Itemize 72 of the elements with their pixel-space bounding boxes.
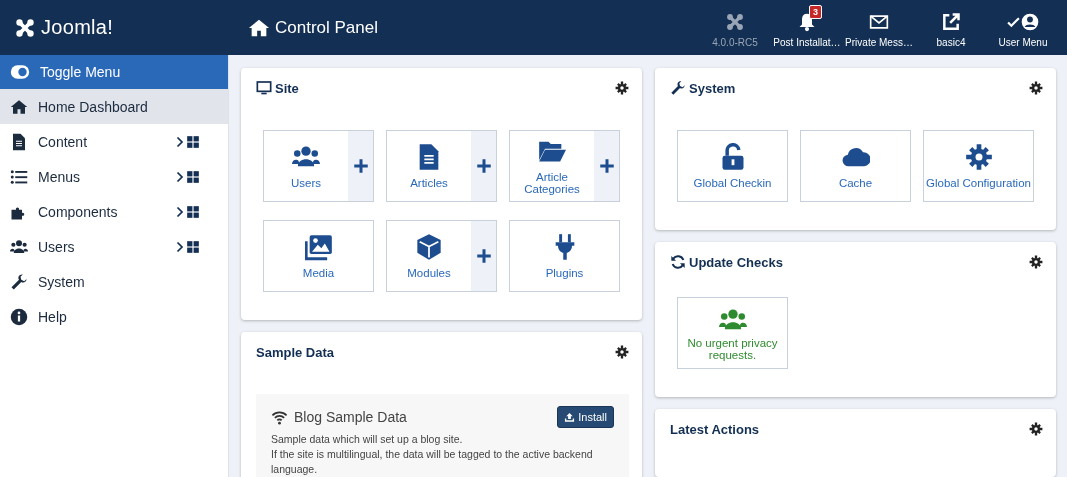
quick-icon-tile[interactable]: Plugins <box>509 220 620 292</box>
sidebar-item[interactable]: Menus <box>10 167 174 186</box>
description-text: If the site is multilingual, the data will be tagged to the active backend language. <box>271 447 594 477</box>
joomla-icon <box>725 12 745 32</box>
chevron-icon[interactable] <box>174 240 186 253</box>
list-icon <box>10 167 28 186</box>
header-link[interactable]: Private Mess… <box>843 7 915 48</box>
add-button[interactable] <box>594 131 619 201</box>
settings-icon[interactable] <box>1029 81 1043 95</box>
upload-icon <box>564 411 576 423</box>
external-link-icon <box>941 12 961 32</box>
document-icon <box>10 132 28 151</box>
plus-icon <box>474 247 493 265</box>
header-link[interactable]: 3 Post Installat… <box>771 7 843 48</box>
sidebar-item[interactable]: System <box>10 272 216 291</box>
dashboard-icon[interactable] <box>186 204 200 219</box>
install-button[interactable]: Install <box>557 406 614 428</box>
chevron-icon[interactable] <box>174 135 186 148</box>
card-title: Sample Data <box>256 344 335 360</box>
quick-icon-tile[interactable]: Article Categories <box>509 130 620 202</box>
settings-icon[interactable] <box>615 81 629 95</box>
wrench-icon <box>10 272 28 291</box>
wrench-icon <box>670 80 686 96</box>
joomla-logo-icon <box>14 16 36 39</box>
dashboard-icon[interactable] <box>186 134 200 149</box>
user-icon <box>1019 12 1040 32</box>
quick-icon-tile[interactable]: Global Checkin <box>677 130 788 202</box>
sidebar-item[interactable]: Content <box>10 132 174 151</box>
plus-icon <box>474 157 493 175</box>
envelope-icon <box>869 12 889 32</box>
info-icon <box>10 307 28 326</box>
quick-icon-tile[interactable]: Users <box>263 130 374 202</box>
toggle-menu-button[interactable]: Toggle Menu <box>0 55 228 89</box>
add-button[interactable] <box>471 221 496 291</box>
quick-icon-tile[interactable]: Modules <box>386 220 497 292</box>
quick-icon-tile[interactable]: No urgent privacy requests. <box>677 297 788 369</box>
gear-icon <box>964 143 993 171</box>
settings-icon[interactable] <box>615 345 629 359</box>
quick-icon-tile[interactable]: Articles <box>386 130 497 202</box>
card-title: Latest Actions <box>670 421 760 437</box>
dashboard-icon[interactable] <box>186 169 200 184</box>
monitor-icon <box>256 80 272 96</box>
quick-icon-tile[interactable]: Media <box>263 220 374 292</box>
dashboard-icon[interactable] <box>186 239 200 254</box>
chevron-icon[interactable] <box>174 205 186 218</box>
settings-icon[interactable] <box>1029 422 1043 436</box>
description-text: Sample data which will set up a blog site. <box>271 432 464 447</box>
users-icon <box>10 237 28 256</box>
sidebar-item[interactable]: Components <box>10 202 174 221</box>
notification-badge: 3 <box>809 5 822 19</box>
logo-text: Joomla! <box>41 16 114 39</box>
quick-icon-tile[interactable]: Cache <box>800 130 911 202</box>
quick-icon-tile[interactable]: Global Configuration <box>923 130 1034 202</box>
check-icon <box>1006 15 1020 29</box>
cube-icon <box>415 233 443 261</box>
add-button[interactable] <box>471 131 496 201</box>
images-icon <box>304 233 333 261</box>
card-title: System <box>689 80 736 96</box>
settings-icon[interactable] <box>1029 255 1043 269</box>
card-title: Site <box>275 80 299 96</box>
sample-title: Blog Sample Data <box>294 409 407 425</box>
sidebar-item[interactable]: Help <box>10 307 216 326</box>
page-title: Control Panel <box>275 17 378 38</box>
sidebar-item[interactable]: Users <box>10 237 174 256</box>
chevron-icon[interactable] <box>174 170 186 183</box>
plus-icon <box>597 157 616 175</box>
card-title: Update Checks <box>689 254 783 270</box>
header-link[interactable]: User Menu <box>987 7 1059 48</box>
refresh-icon <box>670 254 686 270</box>
add-button[interactable] <box>348 131 373 201</box>
plus-icon <box>351 157 370 175</box>
header-link[interactable]: basic4 <box>915 7 987 48</box>
